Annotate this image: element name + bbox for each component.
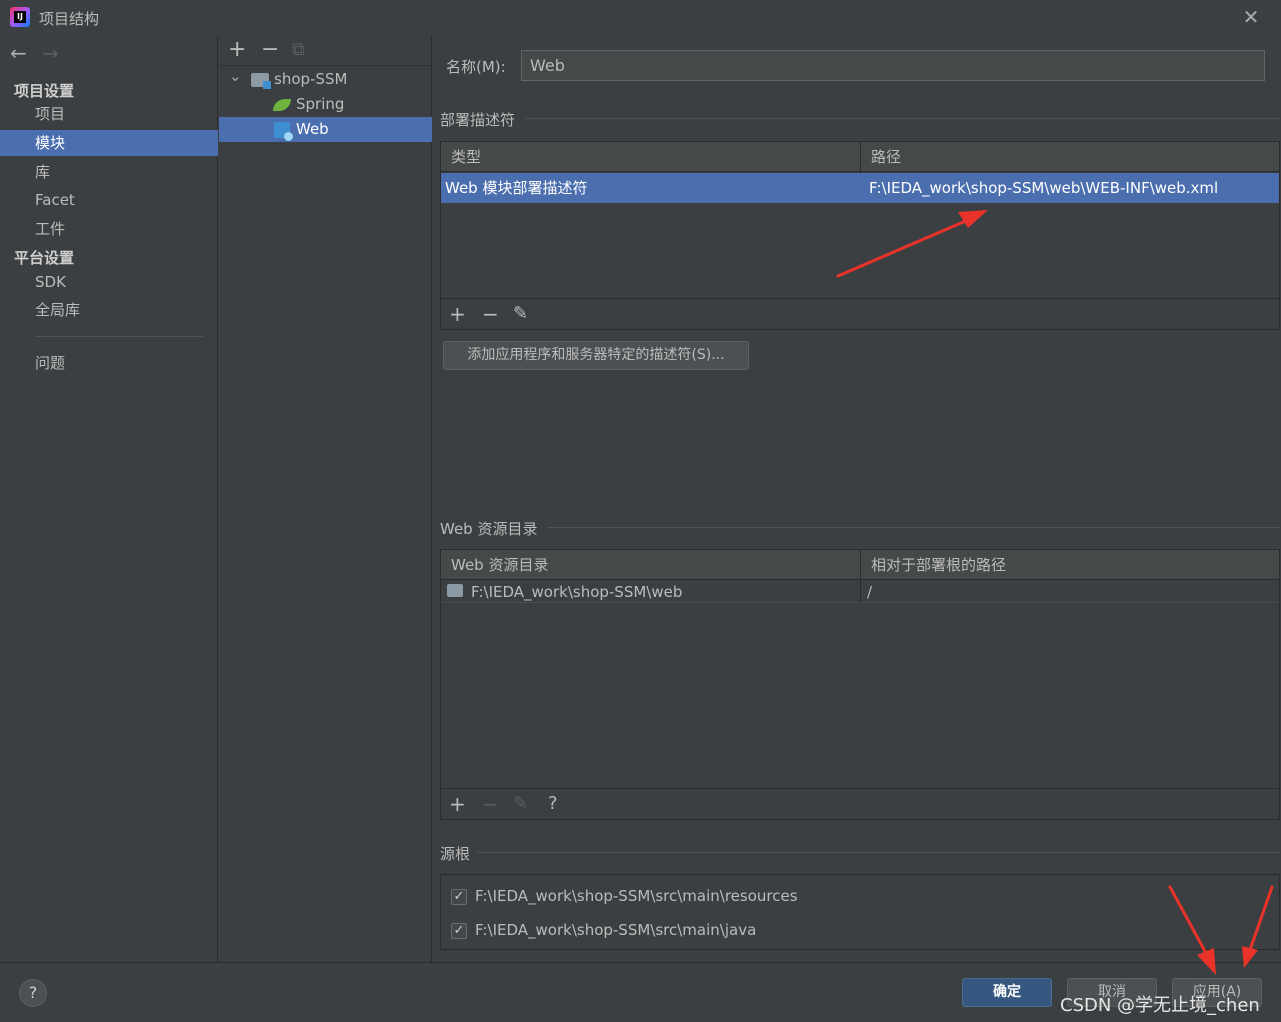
edit-icon[interactable]: ✎ bbox=[513, 302, 528, 326]
web-facet-icon bbox=[274, 117, 293, 142]
edit-icon[interactable]: ✎ bbox=[513, 792, 528, 816]
source-roots-section-title: 源根 bbox=[440, 845, 471, 863]
checkbox-checked-icon[interactable]: ✓ bbox=[451, 888, 467, 905]
tree-node-label: shop-SSM bbox=[274, 70, 348, 88]
web-resource-dir-cell: F:\IEDA_work\shop-SSM\web bbox=[471, 583, 683, 601]
tree-node-web[interactable]: Web bbox=[219, 117, 432, 142]
add-icon[interactable]: + bbox=[449, 302, 466, 326]
section-divider bbox=[525, 118, 1280, 119]
close-icon[interactable]: ✕ bbox=[1241, 6, 1261, 28]
descriptor-path-cell: F:\IEDA_work\shop-SSM\web\WEB-INF\web.xm… bbox=[869, 179, 1219, 197]
table-row[interactable]: Web 模块部署描述符 F:\IEDA_work\shop-SSM\web\WE… bbox=[441, 173, 1279, 203]
nav-item-project[interactable]: 项目 bbox=[0, 101, 218, 127]
relative-path-cell: / bbox=[867, 583, 873, 601]
copy-module-icon[interactable]: ⧉ bbox=[292, 38, 305, 62]
column-header-path[interactable]: 路径 bbox=[861, 142, 901, 172]
nav-item-problems[interactable]: 问题 bbox=[0, 350, 218, 376]
nav-item-sdk[interactable]: SDK bbox=[0, 269, 218, 295]
name-label: 名称(M): bbox=[446, 58, 506, 76]
remove-icon[interactable]: − bbox=[482, 302, 499, 326]
column-header-relative-path[interactable]: 相对于部署根的路径 bbox=[861, 550, 1006, 580]
module-folder-icon bbox=[251, 67, 271, 92]
help-icon[interactable]: ? bbox=[548, 792, 558, 816]
settings-nav: ← → 项目设置 项目 模块 库 Facet 工件 平台设置 SDK 全局库 问题 bbox=[0, 36, 218, 962]
deploy-descriptor-section-title: 部署描述符 bbox=[440, 111, 516, 129]
help-button[interactable]: ? bbox=[19, 979, 47, 1007]
web-folder-icon bbox=[447, 584, 463, 597]
name-field[interactable]: Web bbox=[521, 50, 1265, 81]
window-title: 项目结构 bbox=[39, 10, 100, 28]
forward-arrow-icon[interactable]: → bbox=[42, 41, 74, 65]
facet-detail-pane: 名称(M): Web 部署描述符 类型 路径 Web 模块部署描述符 F:\IE… bbox=[433, 36, 1281, 962]
remove-module-icon[interactable]: − bbox=[261, 38, 279, 62]
source-root-path: F:\IEDA_work\shop-SSM\src\main\resources bbox=[475, 887, 798, 905]
ok-button[interactable]: 确定 bbox=[962, 978, 1052, 1007]
source-root-item[interactable]: ✓ F:\IEDA_work\shop-SSM\src\main\java bbox=[451, 919, 756, 941]
source-root-item[interactable]: ✓ F:\IEDA_work\shop-SSM\src\main\resource… bbox=[451, 885, 798, 907]
column-header-type[interactable]: 类型 bbox=[441, 142, 481, 172]
tree-node-spring[interactable]: Spring bbox=[219, 92, 432, 117]
csdn-watermark: CSDN @学无止境_chen bbox=[1060, 995, 1260, 1016]
tree-toolbar: + − ⧉ bbox=[219, 36, 432, 66]
web-resource-table: Web 资源目录 相对于部署根的路径 F:\IEDA_work\shop-SSM… bbox=[440, 549, 1280, 820]
table-toolbar: + − ✎ ? bbox=[441, 788, 1279, 819]
remove-icon[interactable]: − bbox=[482, 792, 499, 816]
title-bar: IJ 项目结构 ✕ bbox=[0, 0, 1281, 36]
descriptor-type-cell: Web 模块部署描述符 bbox=[445, 179, 588, 197]
column-header-web-resource-dir[interactable]: Web 资源目录 bbox=[441, 550, 548, 580]
nav-divider bbox=[35, 336, 203, 337]
nav-item-facets[interactable]: Facet bbox=[0, 187, 218, 213]
chevron-down-icon[interactable]: ⌄ bbox=[229, 64, 242, 89]
web-resource-section-title: Web 资源目录 bbox=[440, 520, 538, 538]
checkbox-checked-icon[interactable]: ✓ bbox=[451, 922, 467, 939]
section-divider bbox=[477, 852, 1280, 853]
nav-item-modules[interactable]: 模块 bbox=[0, 130, 218, 156]
deploy-descriptor-table: 类型 路径 Web 模块部署描述符 F:\IEDA_work\shop-SSM\… bbox=[440, 141, 1280, 330]
table-toolbar: + − ✎ bbox=[441, 298, 1279, 329]
tree-node-label: Spring bbox=[296, 95, 345, 113]
dialog-button-bar: ? 确定 取消 应用(A) CSDN @学无止境_chen bbox=[0, 962, 1281, 1022]
add-server-descriptor-button[interactable]: 添加应用程序和服务器特定的描述符(S)... bbox=[443, 341, 749, 370]
table-row[interactable]: F:\IEDA_work\shop-SSM\web / bbox=[441, 581, 1279, 603]
module-tree-pane: + − ⧉ ⌄ shop-SSM Spring Web bbox=[219, 36, 432, 962]
add-icon[interactable]: + bbox=[449, 792, 466, 816]
platform-settings-heading: 平台设置 bbox=[14, 249, 75, 267]
nav-item-artifacts[interactable]: 工件 bbox=[0, 216, 218, 242]
section-divider bbox=[547, 527, 1280, 528]
nav-item-libraries[interactable]: 库 bbox=[0, 159, 218, 185]
source-root-path: F:\IEDA_work\shop-SSM\src\main\java bbox=[475, 921, 757, 939]
intellij-logo-icon: IJ bbox=[10, 7, 30, 27]
tree-node-shop-ssm[interactable]: ⌄ shop-SSM bbox=[219, 67, 432, 92]
spring-leaf-icon bbox=[273, 92, 291, 117]
tree-node-label: Web bbox=[296, 120, 329, 138]
back-arrow-icon[interactable]: ← bbox=[10, 41, 42, 65]
nav-item-global-libraries[interactable]: 全局库 bbox=[0, 297, 218, 323]
nav-arrows: ← → bbox=[10, 41, 74, 65]
add-module-icon[interactable]: + bbox=[228, 38, 246, 62]
project-settings-heading: 项目设置 bbox=[14, 82, 75, 100]
source-roots-list: ✓ F:\IEDA_work\shop-SSM\src\main\resource… bbox=[440, 874, 1280, 950]
